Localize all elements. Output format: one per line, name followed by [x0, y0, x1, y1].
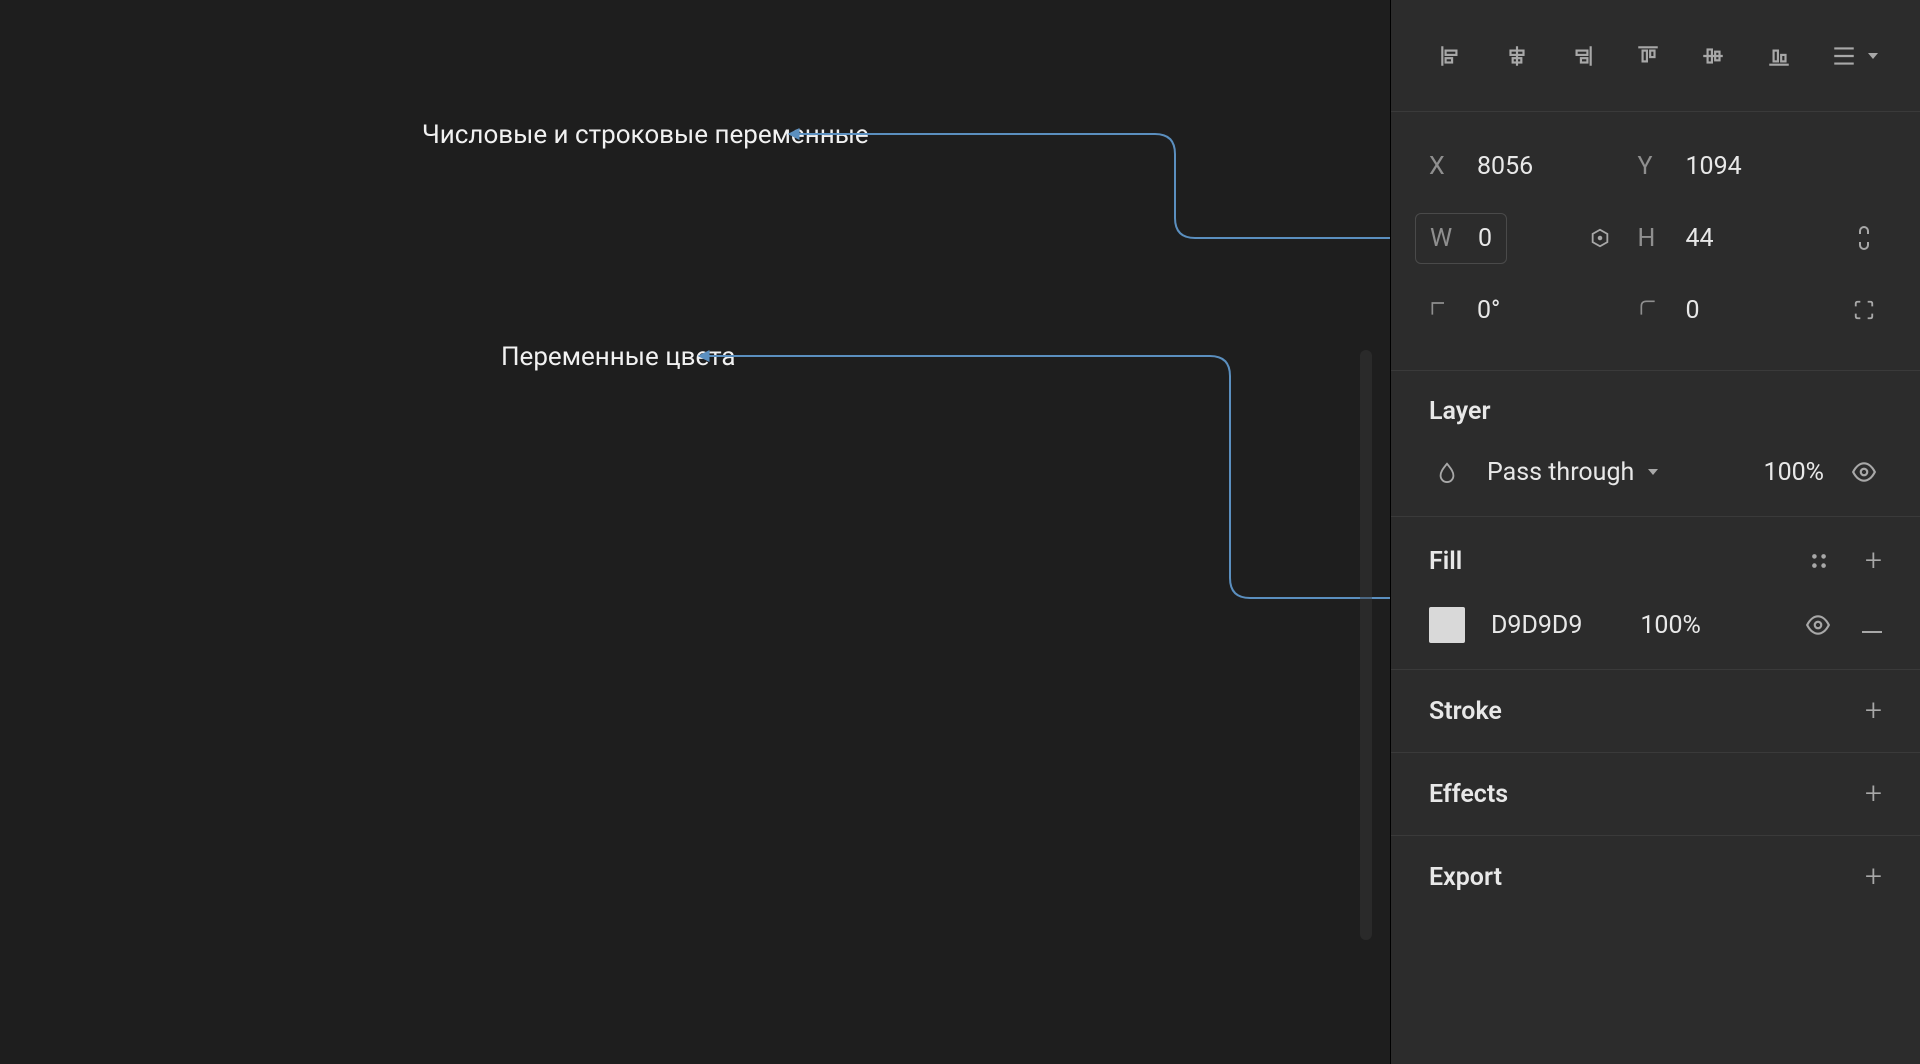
x-value[interactable]: 8056: [1477, 152, 1533, 181]
rotation-icon: [1429, 296, 1455, 325]
fill-section-title: Fill: [1429, 547, 1462, 576]
blend-icon: [1429, 454, 1465, 490]
h-label: H: [1638, 224, 1664, 253]
corner-radius-icon: [1638, 296, 1664, 325]
canvas-scrollbar-thumb[interactable]: [1360, 350, 1372, 940]
add-effect-button[interactable]: +: [1865, 779, 1882, 809]
stroke-section: Stroke +: [1391, 670, 1920, 753]
align-hcenter-icon[interactable]: [1499, 38, 1535, 74]
layer-section: Layer Pass through 100%: [1391, 371, 1920, 517]
w-label: W: [1430, 224, 1456, 253]
blend-mode-label: Pass through: [1487, 458, 1634, 487]
fill-styles-icon[interactable]: [1801, 543, 1837, 579]
annotation-connectors: [0, 0, 1390, 1064]
apply-variable-icon[interactable]: [1582, 220, 1618, 256]
effects-section-title: Effects: [1429, 780, 1508, 809]
align-bottom-icon[interactable]: [1761, 38, 1797, 74]
fill-entry: D9D9D9 100%: [1429, 607, 1882, 643]
distribute-spacing-dropdown[interactable]: [1826, 38, 1878, 74]
rotation-value[interactable]: 0°: [1477, 296, 1500, 325]
y-label: Y: [1638, 152, 1664, 181]
add-stroke-button[interactable]: +: [1865, 696, 1882, 726]
annotation-color-vars: Переменные цвета: [501, 342, 736, 372]
annotation-numeric-vars: Числовые и строковые переменные: [422, 120, 869, 150]
fill-color-swatch[interactable]: [1429, 607, 1465, 643]
alignment-toolbar: [1391, 0, 1920, 112]
x-label: X: [1429, 152, 1455, 181]
w-value[interactable]: 0: [1478, 224, 1492, 253]
y-value[interactable]: 1094: [1686, 152, 1742, 181]
fill-visibility-icon[interactable]: [1800, 607, 1836, 643]
chevron-down-icon: [1648, 469, 1658, 475]
corner-radius-value[interactable]: 0: [1686, 296, 1700, 325]
align-top-icon[interactable]: [1630, 38, 1666, 74]
export-section-title: Export: [1429, 863, 1502, 892]
layer-section-title: Layer: [1429, 397, 1490, 426]
constrain-proportions-icon[interactable]: [1846, 220, 1882, 256]
stroke-section-title: Stroke: [1429, 697, 1502, 726]
fill-hex-value[interactable]: D9D9D9: [1491, 611, 1582, 640]
fill-opacity-value[interactable]: 100%: [1640, 611, 1700, 640]
layer-opacity-value[interactable]: 100%: [1764, 458, 1824, 487]
remove-fill-button[interactable]: [1862, 611, 1882, 640]
transform-section: X 8056 Y 1094 W 0: [1391, 112, 1920, 371]
visibility-icon[interactable]: [1846, 454, 1882, 490]
add-export-button[interactable]: +: [1865, 862, 1882, 892]
export-section: Export +: [1391, 836, 1920, 918]
canvas[interactable]: Числовые и строковые переменные Переменн…: [0, 0, 1390, 1064]
add-fill-button[interactable]: +: [1865, 546, 1882, 576]
effects-section: Effects +: [1391, 753, 1920, 836]
blend-mode-dropdown[interactable]: Pass through: [1487, 458, 1658, 487]
independent-corners-icon[interactable]: [1846, 292, 1882, 328]
h-value[interactable]: 44: [1686, 224, 1714, 253]
design-panel: X 8056 Y 1094 W 0: [1390, 0, 1920, 1064]
chevron-down-icon: [1868, 53, 1878, 59]
align-left-icon[interactable]: [1433, 38, 1469, 74]
align-right-icon[interactable]: [1564, 38, 1600, 74]
align-vcenter-icon[interactable]: [1695, 38, 1731, 74]
fill-section: Fill + D9D9D9 100%: [1391, 517, 1920, 670]
